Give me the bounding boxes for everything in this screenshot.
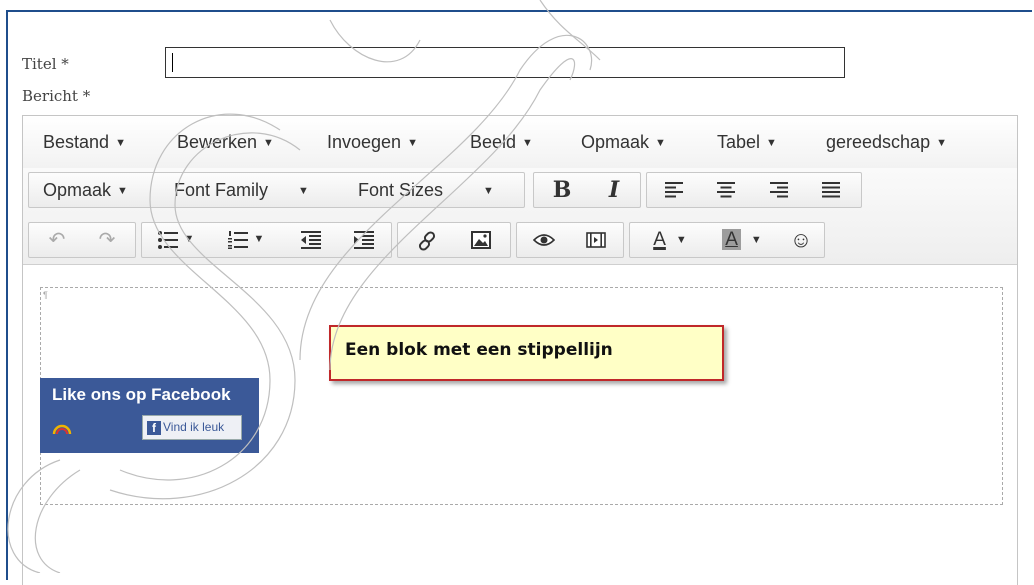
rainbow-arc-icon [52, 424, 72, 434]
menu-beeld[interactable]: Beeld ▼ [470, 132, 533, 153]
editor-menubar: Bestand ▼ Bewerken ▼ Invoegen ▼ Beeld ▼ Opma… [23, 116, 1017, 169]
facebook-like-box[interactable]: Like ons op Facebook f Vind ik leuk [40, 378, 259, 453]
menu-gereedschap[interactable]: gereedschap ▼ [826, 132, 947, 153]
indent-icon[interactable] [347, 223, 381, 257]
chevron-down-icon: ▼ [117, 185, 128, 197]
format-dropdown-group: Opmaak ▼ Font Family ▼ Font Sizes ▼ [28, 172, 525, 208]
chevron-down-icon: ▼ [183, 233, 195, 245]
alignment-group [646, 172, 862, 208]
align-justify-icon[interactable] [814, 173, 848, 207]
facebook-like-title: Like ons op Facebook [52, 385, 231, 404]
chevron-down-icon: ▼ [298, 185, 309, 197]
emoticons-icon[interactable]: ☺ [786, 223, 816, 257]
chevron-down-icon: ▼ [407, 137, 418, 149]
history-group: ↶ ↷ [28, 222, 136, 258]
facebook-like-button[interactable]: f Vind ik leuk [142, 415, 242, 440]
message-label: Bericht * [22, 87, 91, 105]
link-image-group [397, 222, 511, 258]
image-icon[interactable] [464, 223, 498, 257]
text-caret [172, 53, 173, 72]
chevron-down-icon: ▼ [263, 137, 274, 149]
font-family-select[interactable]: Font Family ▼ [174, 173, 309, 207]
chevron-down-icon: ▼ [655, 137, 666, 149]
menu-tabel[interactable]: Tabel ▼ [717, 132, 777, 153]
menu-opmaak[interactable]: Opmaak ▼ [581, 132, 666, 153]
menu-bestand[interactable]: Bestand ▼ [43, 132, 126, 153]
chevron-down-icon: ▼ [483, 185, 494, 197]
chevron-down-icon: ▼ [115, 137, 126, 149]
text-color-button[interactable]: A ▼ [640, 223, 700, 257]
text-color-icon: A [653, 229, 666, 250]
menu-invoegen[interactable]: Invoegen ▼ [327, 132, 418, 153]
font-sizes-select[interactable]: Font Sizes ▼ [358, 173, 494, 207]
chevron-down-icon: ▼ [522, 137, 533, 149]
block-marker: ¶ [43, 290, 48, 300]
bold-button[interactable]: B [546, 173, 578, 207]
format-select[interactable]: Opmaak ▼ [43, 173, 128, 207]
title-input[interactable] [165, 47, 845, 78]
title-label: Titel * [22, 55, 69, 73]
media-film-icon[interactable] [579, 223, 613, 257]
redo-icon[interactable]: ↷ [93, 223, 121, 257]
align-left-icon[interactable] [657, 173, 691, 207]
editor-toolbar: Opmaak ▼ Font Family ▼ Font Sizes ▼ B I ↶ [23, 168, 1017, 265]
chevron-down-icon: ▼ [253, 233, 265, 245]
preview-eye-icon[interactable] [527, 223, 561, 257]
outdent-icon[interactable] [294, 223, 328, 257]
numbered-list-icon[interactable]: ▼ [222, 223, 270, 257]
text-style-group: B I [533, 172, 641, 208]
callout-box: Een blok met een stippellijn [329, 325, 724, 381]
list-indent-group: ▼ ▼ [141, 222, 392, 258]
align-right-icon[interactable] [762, 173, 796, 207]
preview-media-group [516, 222, 624, 258]
link-icon[interactable] [410, 223, 444, 257]
editor-content-area[interactable]: ¶ Like ons op Facebook f Vind ik leuk [23, 265, 1017, 585]
background-color-icon: A [722, 229, 741, 250]
italic-button[interactable]: I [598, 173, 630, 207]
chevron-down-icon: ▼ [675, 234, 687, 246]
undo-icon[interactable]: ↶ [43, 223, 71, 257]
chevron-down-icon: ▼ [766, 137, 777, 149]
facebook-icon: f [147, 420, 161, 435]
background-color-button[interactable]: A ▼ [712, 223, 772, 257]
align-center-icon[interactable] [709, 173, 743, 207]
color-emoji-group: A ▼ A ▼ ☺ [629, 222, 825, 258]
chevron-down-icon: ▼ [936, 137, 947, 149]
bullet-list-icon[interactable]: ▼ [152, 223, 200, 257]
chevron-down-icon: ▼ [750, 234, 762, 246]
menu-bewerken[interactable]: Bewerken ▼ [177, 132, 274, 153]
